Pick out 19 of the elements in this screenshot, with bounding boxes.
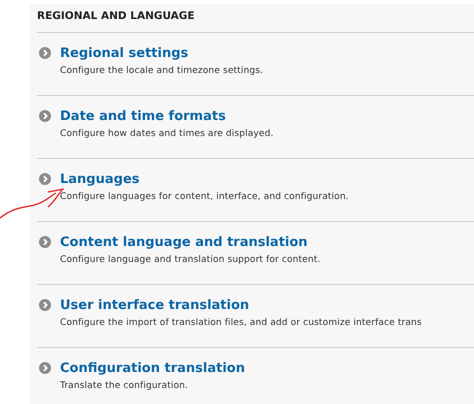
- item-description: Configure the locale and timezone settings.: [60, 66, 264, 76]
- chevron-circle-icon: [39, 362, 51, 374]
- item-link[interactable]: Languages: [60, 172, 140, 186]
- chevron-circle-icon: [39, 236, 51, 248]
- item-link[interactable]: Regional settings: [60, 46, 188, 60]
- item-description: Configure language and translation support for content.: [60, 255, 322, 265]
- chevron-circle-icon: [39, 173, 51, 185]
- item-link[interactable]: Date and time formats: [60, 108, 226, 124]
- section-title: REGIONAL AND LANGUAGE: [37, 4, 474, 33]
- item-description: Configure languages for content, interface, and configuration.: [60, 192, 350, 202]
- item-description: Configure how dates and times are displayed.: [60, 129, 274, 139]
- chevron-circle-icon: [39, 110, 51, 122]
- item-link[interactable]: User interface translation: [60, 298, 250, 312]
- item-description: Translate the configuration.: [60, 381, 190, 391]
- chevron-circle-icon: [39, 47, 51, 59]
- chevron-circle-icon: [39, 299, 51, 311]
- item-description: Configure the import of translation files, and add or customize interface trans: [60, 318, 423, 328]
- item-link[interactable]: Content language and translation: [60, 234, 308, 250]
- item-link[interactable]: Configuration translation: [60, 360, 245, 376]
